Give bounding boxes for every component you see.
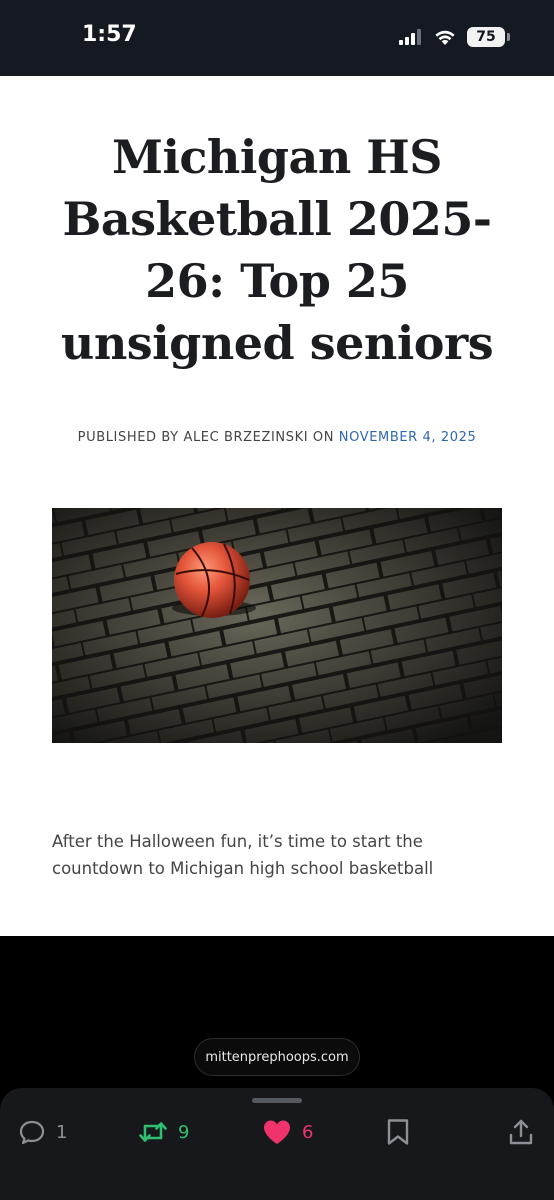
article-title: Michigan HS Basketball 2025-26: Top 25 u… xyxy=(60,130,494,370)
article-hero-image xyxy=(52,508,502,743)
like-count: 6 xyxy=(302,1121,314,1143)
byline-date[interactable]: NOVEMBER 4, 2025 xyxy=(339,430,477,445)
article-preview-card[interactable]: Michigan HS Basketball 2025-26: Top 25 u… xyxy=(0,76,554,936)
reply-count: 1 xyxy=(56,1121,68,1143)
article-byline: PUBLISHED BY ALEC BRZEZINSKI ON NOVEMBER… xyxy=(0,430,554,445)
repost-button[interactable]: 9 xyxy=(138,1118,189,1146)
reply-icon xyxy=(19,1120,45,1145)
article-excerpt: After the Halloween fun, it’s time to st… xyxy=(52,832,434,878)
bookmark-button[interactable] xyxy=(386,1118,410,1146)
cellular-signal-icon xyxy=(399,29,421,45)
post-action-bar: 1 9 6 xyxy=(0,1088,554,1200)
status-bar: 1:57 75 xyxy=(0,0,554,76)
heart-icon xyxy=(264,1120,290,1144)
repost-count: 9 xyxy=(178,1121,190,1143)
byline-author: PUBLISHED BY ALEC BRZEZINSKI ON xyxy=(77,430,339,445)
like-button[interactable]: 6 xyxy=(262,1118,313,1146)
status-time: 1:57 xyxy=(82,22,137,47)
bookmark-icon xyxy=(387,1119,409,1145)
basketball-on-pavement-photo xyxy=(52,508,502,743)
share-icon xyxy=(509,1119,533,1145)
wifi-icon xyxy=(435,30,455,45)
battery-icon: 75 xyxy=(467,27,510,47)
repost-icon xyxy=(139,1122,167,1142)
link-domain-chip[interactable]: mittenprephoops.com xyxy=(194,1038,360,1076)
share-button[interactable] xyxy=(508,1118,534,1146)
reply-button[interactable]: 1 xyxy=(18,1118,67,1146)
status-icons: 75 xyxy=(399,24,510,50)
drag-handle[interactable] xyxy=(252,1098,302,1103)
battery-level: 75 xyxy=(467,27,505,47)
